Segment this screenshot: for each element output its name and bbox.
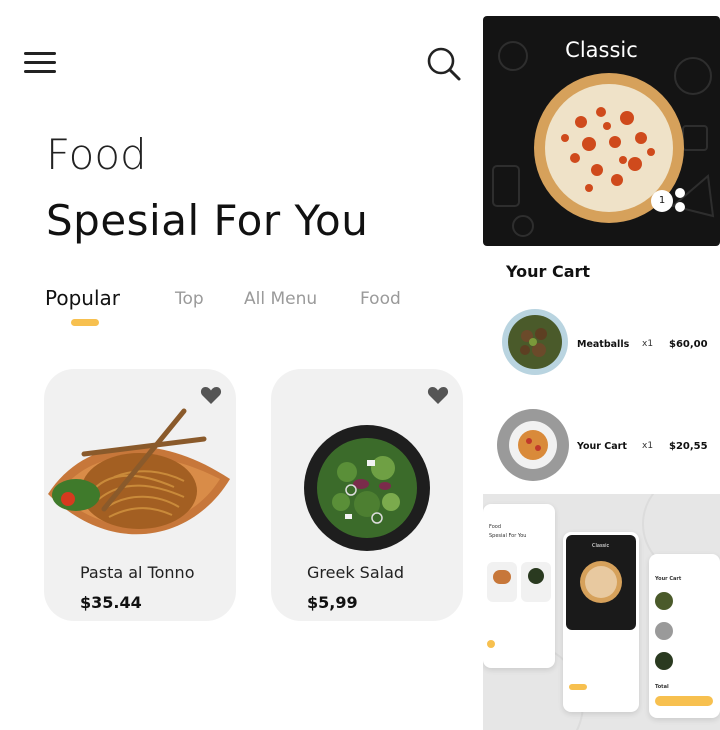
product-detail-panel: Classic 1 [483,16,720,246]
mini-card [487,562,517,602]
mini-cart-title: Your Cart [655,576,682,582]
salad-dish-image [304,425,430,551]
cart-title: Your Cart [506,262,591,281]
increment-button[interactable] [675,188,685,198]
quantity-value: 1 [651,190,673,212]
mini-accent-pill [569,684,587,690]
mini-card [521,562,551,602]
cart-item[interactable]: Your Cart x1 $20,55 [483,404,720,484]
mini-screen-home: Food Spesial For You [483,504,555,668]
product-price: $5,99 [307,593,358,612]
mini-screen-detail: Classic [563,532,639,712]
product-detail-title: Classic [565,38,638,62]
pasta-plate-image [497,409,569,481]
mini-checkout-button [655,696,713,706]
cart-item-qty: x1 [642,339,654,349]
mini-special-text: Spesial For You [489,533,527,539]
cart-item-name: Your Cart [577,441,627,452]
mini-total-text: Total [655,684,669,690]
cart-item-price: $20,55 [669,441,708,452]
mini-food-text: Food [489,524,501,530]
product-card-salad[interactable]: Greek Salad $5,99 [271,369,463,621]
tab-all-menu[interactable]: All Menu [244,289,317,309]
mini-classic-text: Classic [592,543,610,549]
decrement-button[interactable] [675,202,685,212]
tab-food[interactable]: Food [360,289,401,309]
pasta-dish-image [48,408,230,535]
active-tab-indicator [71,319,99,326]
quantity-stepper[interactable]: 1 [651,188,689,214]
meatballs-image [502,309,568,375]
heart-icon[interactable] [427,385,449,405]
product-name: Pasta al Tonno [80,563,195,582]
cart-item-name: Meatballs [577,339,630,350]
cart-panel: Your Cart Meatballs x1 $60,00 Your Cart … [483,250,720,494]
tab-top[interactable]: Top [175,289,204,309]
mini-screen-cart: Your Cart Total [649,554,720,718]
hamburger-menu-icon[interactable] [24,52,56,76]
screens-preview: Food Spesial For You Classic Your Cart T… [483,494,720,730]
product-name: Greek Salad [307,563,405,582]
mini-accent-dot [487,640,495,648]
headline-special: Spesial For You [46,196,369,245]
search-icon[interactable] [424,44,464,84]
product-card-pasta[interactable]: Pasta al Tonno $35.44 [44,369,236,621]
tab-popular[interactable]: Popular [45,286,120,310]
product-price: $35.44 [80,593,142,612]
cart-item[interactable]: Meatballs x1 $60,00 [483,302,720,382]
mini-dark-header: Classic [566,535,636,630]
cart-item-qty: x1 [642,441,654,451]
cart-item-price: $60,00 [669,339,708,350]
headline-food: Food [46,130,147,179]
